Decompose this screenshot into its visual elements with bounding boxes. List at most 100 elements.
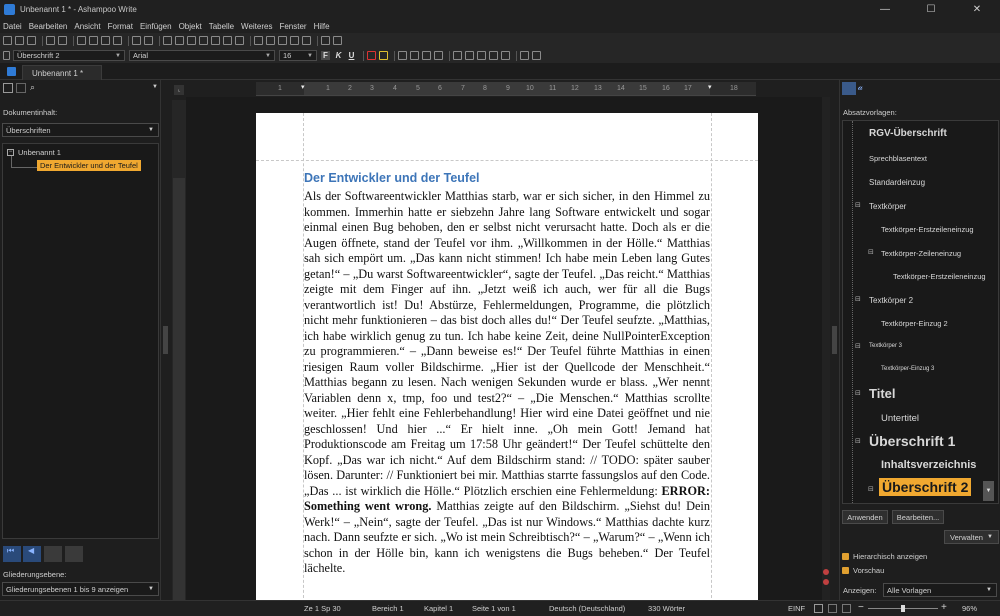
vertical-scrollbar[interactable] [822, 97, 830, 600]
align-justify-icon[interactable] [434, 51, 443, 60]
paragraph-style-select[interactable]: Überschrift 2 ▼ [13, 50, 125, 61]
menu-datei[interactable]: Datei [3, 22, 22, 31]
right-splitter-handle[interactable] [832, 326, 837, 354]
collapse-icon[interactable]: ⊟ [855, 295, 861, 303]
tree-root-item[interactable]: Unbenannt 1 [18, 148, 61, 157]
style-item-textkoerper-einzug-2[interactable]: Textkörper-Einzug 2 [881, 319, 948, 328]
vertical-ruler[interactable] [172, 100, 186, 600]
redo-icon[interactable] [144, 36, 153, 45]
style-item-textkoerper-erstzeileneinzug[interactable]: Textkörper-Erstzeileneinzug [881, 225, 974, 234]
menu-weiteres[interactable]: Weiteres [241, 22, 272, 31]
styles-list[interactable]: RGV-Überschrift Sprechblasentext Standar… [842, 120, 999, 504]
page-down-icon[interactable] [823, 579, 829, 585]
help-icon[interactable] [333, 36, 342, 45]
menu-bearbeiten[interactable]: Bearbeiten [29, 22, 68, 31]
paragraph-icon[interactable] [532, 51, 541, 60]
zoom-out-icon[interactable]: − [858, 602, 864, 613]
tree-item-heading[interactable]: Der Entwickler und der Teufel [37, 160, 141, 171]
indent-increase-icon[interactable] [501, 51, 510, 60]
style-item-textkoerper[interactable]: Textkörper [869, 202, 906, 211]
columns-icon[interactable] [278, 36, 287, 45]
hierarchical-checkbox[interactable] [842, 553, 849, 560]
align-center-icon[interactable] [410, 51, 419, 60]
book-view-icon[interactable] [842, 604, 851, 613]
status-zoom[interactable]: 96% [962, 604, 977, 613]
numbering-icon[interactable] [477, 51, 486, 60]
level-select[interactable]: Gliederungsebenen 1 bis 9 anzeigen ▼ [2, 582, 159, 596]
print-icon[interactable] [46, 36, 55, 45]
style-item-untertitel[interactable]: Untertitel [881, 413, 919, 424]
page-view-icon[interactable] [266, 36, 275, 45]
paste-icon[interactable] [101, 36, 110, 45]
bullets-icon[interactable] [465, 51, 474, 60]
list-icon[interactable] [16, 83, 26, 93]
status-language[interactable]: Deutsch (Deutschland) [549, 604, 625, 613]
bold-button[interactable]: F [321, 51, 330, 60]
undo-icon[interactable] [132, 36, 141, 45]
collapse-icon[interactable]: ⊟ [855, 437, 861, 445]
navigator-icon[interactable] [223, 36, 232, 45]
nav-prev-button[interactable]: ◀ [23, 546, 41, 562]
format-paintbrush-icon[interactable] [113, 36, 122, 45]
zoom-slider-handle[interactable] [901, 605, 905, 612]
style-item-sprechblasentext[interactable]: Sprechblasentext [869, 154, 927, 163]
tab-stop-icon[interactable]: ⌞ [174, 85, 184, 95]
nav-last-button[interactable] [65, 546, 83, 562]
close-icon[interactable]: ✕ [954, 0, 1000, 19]
document-heading[interactable]: Der Entwickler und der Teufel [304, 171, 724, 185]
table-icon[interactable] [187, 36, 196, 45]
page-up-icon[interactable] [823, 569, 829, 575]
style-item-textkoerper-einzug-3[interactable]: Textkörper-Einzug 3 [881, 366, 934, 372]
pointer-icon[interactable] [3, 51, 10, 60]
line-spacing-icon[interactable] [453, 51, 462, 60]
minimize-icon[interactable]: — [862, 0, 908, 19]
document-canvas[interactable]: Der Entwickler und der Teufel Als der So… [186, 97, 822, 600]
print-preview-icon[interactable] [58, 36, 67, 45]
align-right-icon[interactable] [422, 51, 431, 60]
single-page-view-icon[interactable] [814, 604, 823, 613]
menu-einfuegen[interactable]: Einfügen [140, 22, 172, 31]
collapse-icon[interactable]: ⊟ [868, 485, 874, 493]
status-page[interactable]: Seite 1 von 1 [472, 604, 516, 613]
horizontal-ruler[interactable]: 1 1 2 3 4 5 6 7 8 9 10 11 12 13 14 15 16… [256, 82, 756, 96]
edit-button[interactable]: Bearbeiten... [892, 510, 944, 524]
indent-decrease-icon[interactable] [489, 51, 498, 60]
right-indent-marker-icon[interactable]: ▾ [708, 83, 712, 91]
show-select[interactable]: Alle Vorlagen ▼ [883, 583, 997, 597]
style-item-inhaltsverzeichnis[interactable]: Inhaltsverzeichnis [881, 459, 976, 471]
collapse-icon[interactable]: − [7, 149, 14, 156]
navigator-tab-icon[interactable] [3, 83, 13, 93]
italic-button[interactable]: K [334, 51, 343, 60]
search-icon[interactable] [211, 36, 220, 45]
preview-checkbox[interactable] [842, 567, 849, 574]
frame-icon[interactable] [163, 36, 172, 45]
image-icon[interactable] [199, 36, 208, 45]
manage-button[interactable]: Verwalten ▼ [944, 530, 999, 544]
left-splitter-handle[interactable] [163, 326, 168, 354]
character-icon[interactable] [520, 51, 529, 60]
field-icon[interactable] [254, 36, 263, 45]
align-left-icon[interactable] [398, 51, 407, 60]
zoom-icon[interactable] [235, 36, 244, 45]
menu-ansicht[interactable]: Ansicht [74, 22, 100, 31]
zoom-in-icon[interactable]: + [941, 602, 947, 613]
color-wheel-icon[interactable] [321, 36, 330, 45]
apply-button[interactable]: Anwenden [842, 510, 888, 524]
collapse-icon[interactable]: ⊟ [855, 201, 861, 209]
style-item-textkoerper-erstzeileneinzug-2[interactable]: Textkörper-Erstzeileneinzug [893, 272, 986, 281]
collapse-icon[interactable]: ⊟ [855, 342, 861, 350]
chevron-down-icon[interactable]: ▼ [152, 84, 158, 90]
nav-first-button[interactable]: ⏮ [3, 546, 21, 562]
style-item-rgv-ueberschrift[interactable]: RGV-Überschrift [869, 128, 947, 139]
maximize-icon[interactable]: ☐ [908, 0, 954, 19]
font-select[interactable]: Arial ▼ [129, 50, 275, 61]
font-color-icon[interactable] [367, 51, 376, 60]
textframe-icon[interactable] [175, 36, 184, 45]
paragraph-styles-tab-icon[interactable] [842, 82, 856, 95]
pilcrow-icon[interactable] [302, 36, 311, 45]
style-item-textkoerper-zeileneinzug[interactable]: Textkörper-Zeileneinzug [881, 249, 961, 258]
nav-next-button[interactable] [44, 546, 62, 562]
menu-tabelle[interactable]: Tabelle [209, 22, 234, 31]
style-item-textkoerper-2[interactable]: Textkörper 2 [869, 296, 913, 305]
menu-objekt[interactable]: Objekt [179, 22, 202, 31]
